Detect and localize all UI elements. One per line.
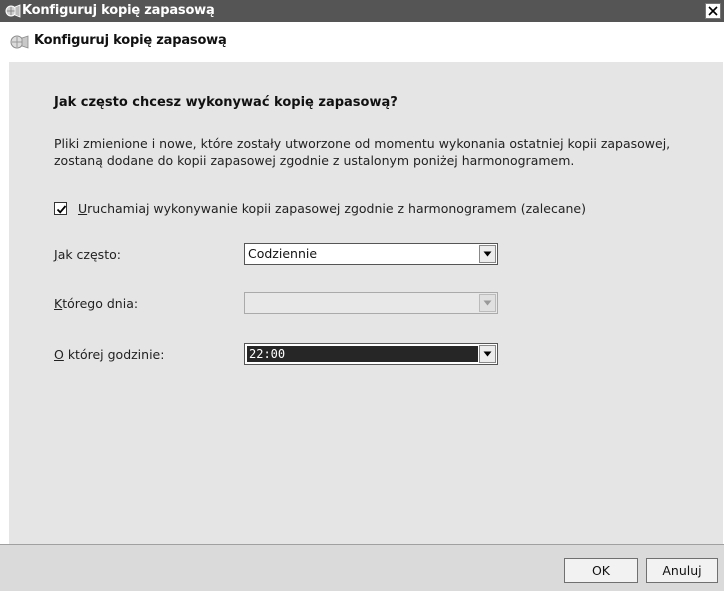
description-text: Pliki zmienione i nowe, które zostały ut… [54, 135, 694, 169]
schedule-checkbox-label[interactable]: Uruchamiaj wykonywanie kopii zapasowej z… [78, 201, 586, 216]
schedule-checkbox[interactable] [54, 202, 67, 215]
what-time-label: O której godzinie: [54, 347, 164, 362]
nav-title: Konfiguruj kopię zapasową [34, 33, 227, 48]
which-day-label: Którego dnia: [54, 296, 138, 311]
how-often-value: Codziennie [248, 246, 318, 261]
chevron-down-icon [483, 300, 492, 306]
close-button[interactable] [705, 3, 721, 19]
chevron-down-icon [483, 351, 492, 357]
close-icon [708, 6, 718, 16]
how-often-label-text: ak często: [57, 247, 121, 262]
how-often-dropdown-button[interactable] [479, 245, 496, 263]
page-heading: Jak często chcesz wykonywać kopię zapaso… [54, 95, 398, 110]
what-time-select[interactable]: 22:00 [244, 343, 498, 365]
how-often-select[interactable]: Codziennie [244, 243, 498, 265]
what-time-dropdown-button[interactable] [479, 345, 496, 363]
what-time-value: 22:00 [247, 346, 478, 362]
which-day-label-text: tórego dnia: [62, 296, 139, 311]
backup-app-icon [4, 3, 22, 19]
chevron-down-icon [483, 251, 492, 257]
description-line-1: Pliki zmienione i nowe, które zostały ut… [54, 136, 671, 151]
schedule-label-text: ruchamiaj wykonywanie kopii zapasowej zg… [87, 201, 586, 216]
checkmark-icon [56, 205, 67, 214]
schedule-accelerator: U [78, 201, 88, 216]
how-often-label: Jak często: [54, 247, 121, 262]
backup-config-window: Konfiguruj kopię zapasową Konfiguruj kop… [0, 0, 724, 591]
what-time-label-text: której godzinie: [63, 347, 165, 362]
description-line-2: zostaną dodane do kopii zapasowej zgodni… [54, 153, 575, 168]
cancel-button[interactable]: Anuluj [646, 558, 718, 583]
which-day-accelerator: K [54, 296, 63, 311]
nav-header: Konfiguruj kopię zapasową [0, 22, 724, 62]
title-bar[interactable]: Konfiguruj kopię zapasową [0, 0, 724, 22]
window-title: Konfiguruj kopię zapasową [22, 3, 215, 18]
ok-button[interactable]: OK [564, 558, 638, 583]
which-day-select [244, 292, 498, 314]
what-time-accelerator: O [54, 347, 64, 362]
back-arrow-icon[interactable] [8, 33, 30, 51]
which-day-dropdown-button [479, 294, 496, 312]
